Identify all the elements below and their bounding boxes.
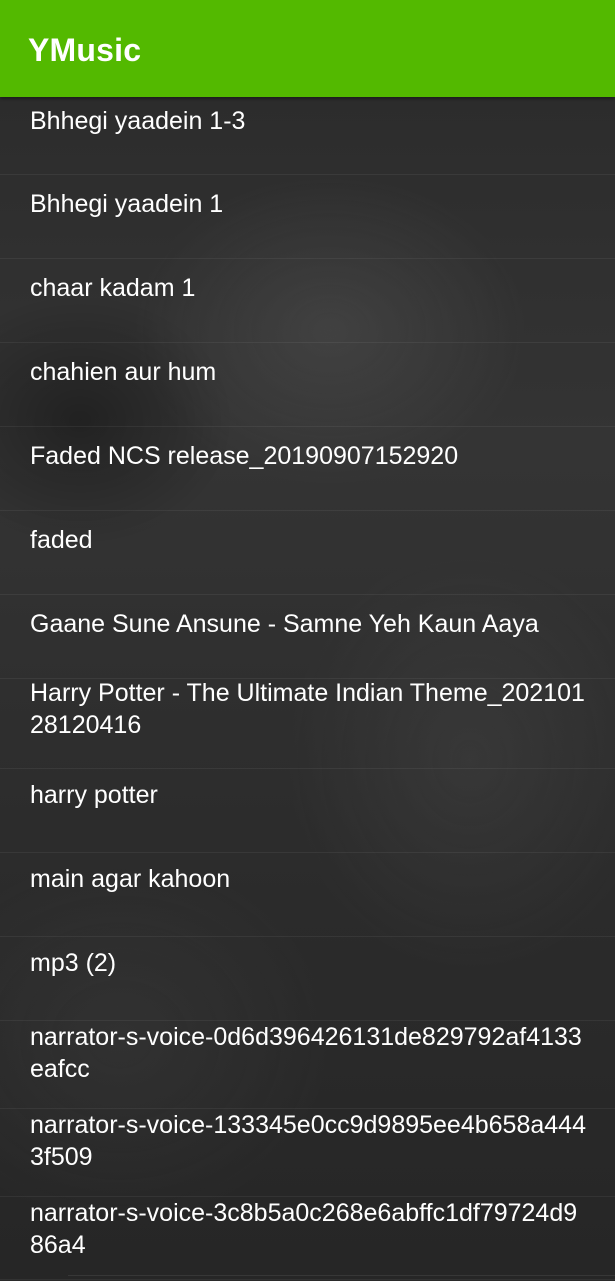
song-title: Harry Potter - The Ultimate Indian Theme… [30, 679, 585, 739]
song-list-item[interactable]: Gaane Sune Ansune - Samne Yeh Kaun Aaya [0, 595, 615, 679]
song-title: Faded NCS release_20190907152920 [30, 442, 459, 470]
song-title: Bhhegi yaadein 1-3 [30, 107, 246, 135]
song-title: main agar kahoon [30, 865, 231, 893]
song-list-item[interactable]: Bhhegi yaadein 1 [0, 175, 615, 259]
list-bottom-divider [68, 1275, 615, 1281]
song-title: narrator-s-voice-3c8b5a0c268e6abffc1df79… [30, 1199, 578, 1259]
song-list-item[interactable]: Harry Potter - The Ultimate Indian Theme… [0, 679, 615, 769]
song-title: narrator-s-voice-0d6d396426131de829792af… [30, 1023, 582, 1083]
song-list-item[interactable]: chahien aur hum [0, 343, 615, 427]
song-title: harry potter [30, 781, 158, 809]
song-title: chaar kadam 1 [30, 274, 196, 302]
song-list-item[interactable]: harry potter [0, 769, 615, 853]
song-list-item[interactable]: faded [0, 511, 615, 595]
song-title: faded [30, 526, 93, 554]
song-title: narrator-s-voice-133345e0cc9d9895ee4b658… [30, 1111, 586, 1171]
song-list-item[interactable]: Faded NCS release_20190907152920 [0, 427, 615, 511]
song-list-item[interactable]: chaar kadam 1 [0, 259, 615, 343]
song-title: Bhhegi yaadein 1 [30, 190, 224, 218]
song-list-item[interactable]: narrator-s-voice-133345e0cc9d9895ee4b658… [0, 1109, 615, 1197]
song-list[interactable]: Bhhegi yaadein 1-3 Bhhegi yaadein 1 chaa… [0, 97, 615, 1280]
song-list-item[interactable]: narrator-s-voice-0d6d396426131de829792af… [0, 1021, 615, 1109]
app-title: YMusic [28, 32, 142, 68]
song-title: mp3 (2) [30, 949, 117, 977]
song-list-item[interactable]: main agar kahoon [0, 853, 615, 937]
song-title: chahien aur hum [30, 358, 217, 386]
song-list-item[interactable]: narrator-s-voice-3c8b5a0c268e6abffc1df79… [0, 1197, 615, 1280]
song-list-item[interactable]: Bhhegi yaadein 1-3 [0, 97, 615, 175]
song-title: Gaane Sune Ansune - Samne Yeh Kaun Aaya [30, 610, 539, 638]
song-list-item[interactable]: mp3 (2) [0, 937, 615, 1021]
app-bar: YMusic [0, 0, 615, 97]
